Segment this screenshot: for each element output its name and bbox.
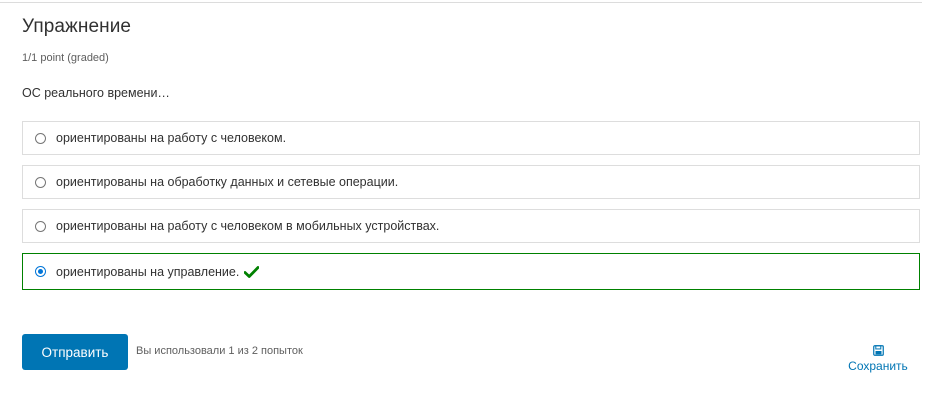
question-text: ОС реального времени… — [22, 86, 170, 100]
top-divider — [0, 2, 922, 3]
choice-option-1[interactable]: ориентированы на работу с человеком. — [22, 121, 920, 155]
save-label: Сохранить — [848, 359, 908, 373]
radio-button-selected[interactable] — [35, 266, 46, 277]
choice-option-3[interactable]: ориентированы на работу с человеком в мо… — [22, 209, 920, 243]
problem-title: Упражнение — [22, 16, 132, 37]
problem-points: 1/1 point (graded) — [22, 52, 109, 64]
radio-button[interactable] — [35, 220, 46, 232]
choice-option-4[interactable]: ориентированы на управление. — [22, 253, 920, 290]
floppy-disk-icon — [872, 344, 884, 357]
attempts-counter: Вы использовали 1 из 2 попыток — [136, 345, 303, 357]
radio-button[interactable] — [35, 132, 46, 144]
save-button[interactable]: Сохранить — [842, 344, 914, 373]
submit-button[interactable]: Отправить — [22, 334, 128, 370]
choice-label: ориентированы на обработку данных и сете… — [56, 175, 399, 189]
choice-label: ориентированы на работу с человеком в мо… — [56, 219, 440, 233]
choice-option-2[interactable]: ориентированы на обработку данных и сете… — [22, 165, 920, 199]
check-icon — [244, 265, 260, 278]
choice-label: ориентированы на работу с человеком. — [56, 131, 287, 145]
radio-button[interactable] — [35, 176, 46, 188]
choice-label: ориентированы на управление. — [56, 264, 240, 279]
